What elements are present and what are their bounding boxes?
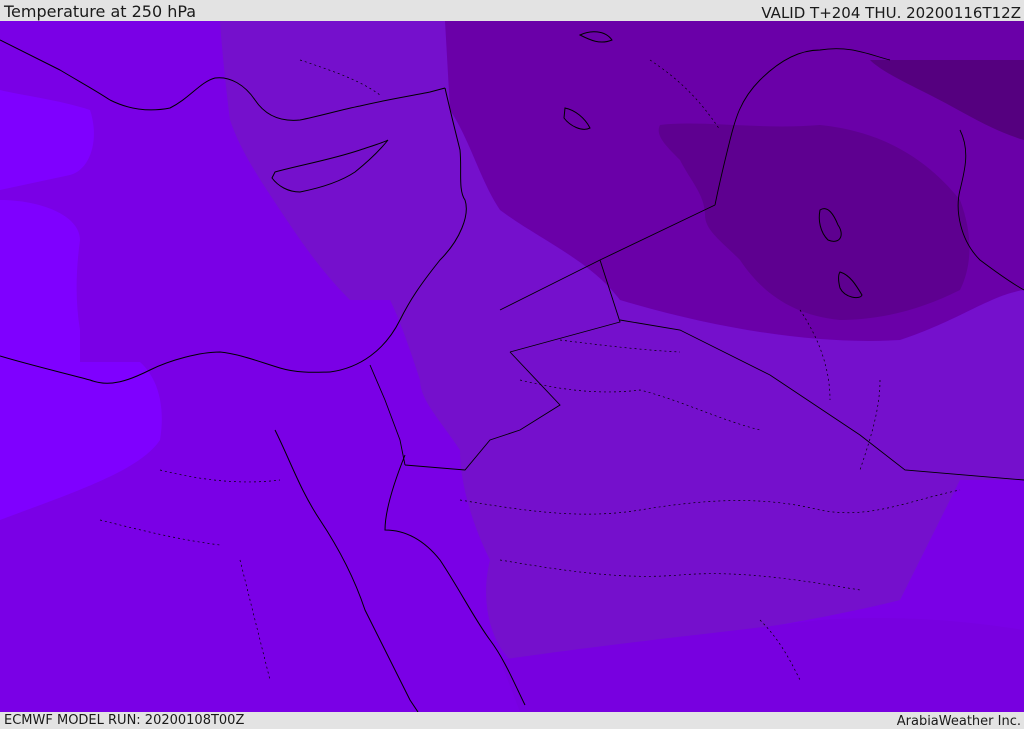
model-run: ECMWF MODEL RUN: 20200108T00Z (4, 713, 245, 728)
header-bar: Temperature at 250 hPa VALID T+204 THU. … (0, 0, 1024, 22)
map-title: Temperature at 250 hPa (4, 2, 197, 21)
footer-bar: ECMWF MODEL RUN: 20200108T00Z ArabiaWeat… (0, 712, 1024, 729)
band-coldest-west (0, 200, 80, 362)
weather-map[interactable] (0, 21, 1024, 712)
valid-time: VALID T+204 THU. 20200116T12Z (761, 4, 1021, 22)
credit-text: ArabiaWeather Inc. (896, 714, 1021, 729)
